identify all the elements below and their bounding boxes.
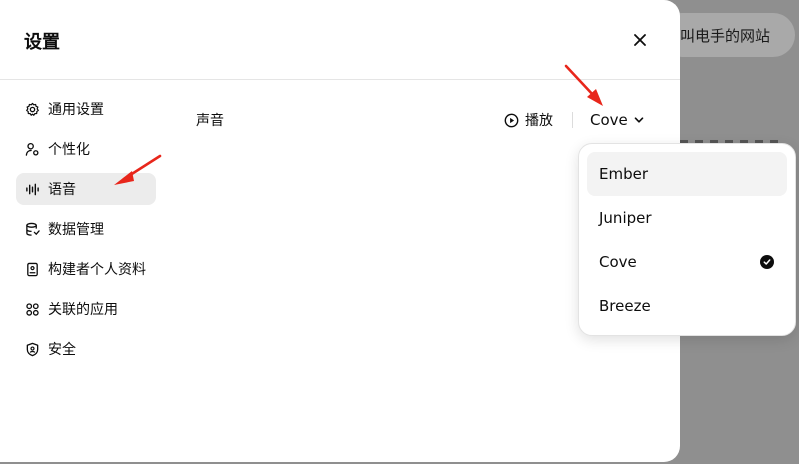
sidebar-item-connected-apps[interactable]: 关联的应用	[16, 293, 156, 325]
sidebar-item-label: 关联的应用	[48, 302, 118, 318]
voice-option-breeze[interactable]: Breeze	[587, 284, 787, 328]
voice-dropdown-menu: Ember Juniper Cove Breeze	[578, 143, 796, 336]
id-card-icon	[24, 261, 40, 277]
sidebar-item-label: 安全	[48, 342, 76, 358]
voice-option-ember[interactable]: Ember	[587, 152, 787, 196]
voice-option-label: Ember	[599, 165, 649, 183]
voice-select[interactable]: Cove	[590, 108, 644, 132]
settings-sidebar: 通用设置 个性化 语音 数据管理 构建者个人资料 关联的应用 安全	[16, 93, 156, 373]
sidebar-item-label: 语音	[48, 182, 76, 198]
person-sliders-icon	[24, 141, 40, 157]
apps-grid-icon	[24, 301, 40, 317]
gear-icon	[24, 101, 40, 117]
sidebar-item-builder-profile[interactable]: 构建者个人资料	[16, 253, 156, 285]
dialog-title: 设置	[24, 32, 60, 53]
voice-option-label: Breeze	[599, 297, 651, 315]
sidebar-item-label: 个性化	[48, 142, 90, 158]
background-chip: 叫电手的网站	[660, 13, 795, 57]
play-label: 播放	[525, 113, 553, 129]
background-chip-text: 叫电手的网站	[680, 26, 771, 45]
database-icon	[24, 221, 40, 237]
divider	[572, 112, 573, 128]
sidebar-item-label: 构建者个人资料	[48, 262, 146, 278]
waveform-icon	[24, 181, 40, 197]
sidebar-item-voice[interactable]: 语音	[16, 173, 156, 205]
voice-setting-label: 声音	[196, 113, 224, 129]
sidebar-item-general[interactable]: 通用设置	[16, 93, 156, 125]
sidebar-item-label: 通用设置	[48, 102, 104, 118]
close-button[interactable]	[628, 28, 652, 52]
voice-option-cove[interactable]: Cove	[587, 240, 787, 284]
play-icon	[504, 113, 519, 127]
close-icon	[634, 34, 646, 46]
voice-setting-row: 声音 播放 Cove	[196, 104, 646, 136]
chevron-down-icon	[634, 117, 644, 123]
play-button[interactable]: 播放	[504, 108, 553, 132]
voice-option-label: Juniper	[599, 209, 652, 227]
sidebar-item-data-controls[interactable]: 数据管理	[16, 213, 156, 245]
sidebar-item-label: 数据管理	[48, 222, 104, 238]
sidebar-item-personalization[interactable]: 个性化	[16, 133, 156, 165]
shield-icon	[24, 341, 40, 357]
voice-option-juniper[interactable]: Juniper	[587, 196, 787, 240]
sidebar-item-security[interactable]: 安全	[16, 333, 156, 365]
voice-selected-value: Cove	[590, 111, 628, 129]
checkmark-icon	[760, 255, 774, 269]
dialog-header: 设置	[0, 0, 680, 80]
voice-option-label: Cove	[599, 253, 637, 271]
